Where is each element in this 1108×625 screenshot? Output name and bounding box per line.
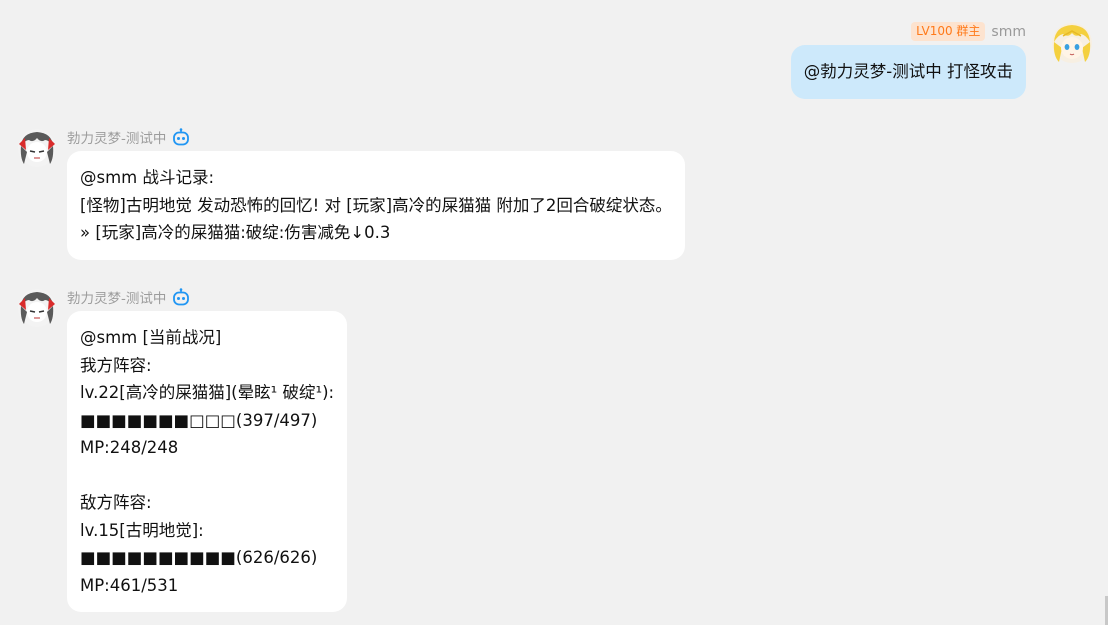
incoming-bubble[interactable]: @smm 战斗记录: [怪物]古明地觉 发动恐怖的回忆! 对 [玩家]高冷的屎猫…: [67, 151, 685, 260]
incoming-header: 勃力灵梦-测试中: [67, 127, 190, 147]
reimu-avatar-icon[interactable]: [17, 288, 57, 328]
message-line: @smm 战斗记录:: [80, 168, 215, 187]
message-line: 敌方阵容:: [80, 493, 152, 512]
message-line: MP:248/248: [80, 438, 179, 457]
message-line: 我方阵容:: [80, 355, 152, 375]
hp-bar-text: ■■■■■■■■■■(626/626): [80, 548, 318, 567]
reimu-avatar-icon[interactable]: [17, 128, 57, 168]
robot-icon: [172, 288, 190, 306]
message-line: [怪物]古明地觉 发动恐怖的回忆! 对 [玩家]高冷的屎猫猫 附加了2回合破绽状…: [80, 195, 672, 215]
outgoing-text: @勃力灵梦-测试中 打怪攻击: [803, 62, 1013, 81]
incoming-header: 勃力灵梦-测试中: [67, 287, 190, 307]
message-line: lv.22[高冷的屎猫猫](晕眩¹ 破绽¹):: [80, 383, 335, 402]
sender-name[interactable]: smm: [991, 24, 1026, 40]
incoming-message: 勃力灵梦-测试中 @smm 战斗记录: [怪物]古明地觉 发动恐怖的回忆! 对 …: [17, 128, 817, 268]
incoming-message: 勃力灵梦-测试中 @smm [当前战况] 我方阵容: lv.22[高冷的屎猫猫]…: [17, 288, 517, 618]
blonde-anime-avatar-icon[interactable]: [1051, 22, 1093, 64]
message-line: » [玩家]高冷的屎猫猫:破绽:伤害减免↓0.3: [80, 223, 391, 242]
outgoing-message: LV100 群主 smm @勃力灵梦-测试中 打怪攻击: [93, 22, 1093, 102]
message-line: MP:461/531: [80, 575, 179, 595]
chat-window: LV100 群主 smm @勃力灵梦-测试中 打怪攻击 勃力灵梦-测试中 @sm…: [0, 0, 1108, 625]
message-line: @smm [当前战况]: [80, 328, 222, 347]
level-badge: LV100 群主: [911, 22, 986, 41]
bot-name[interactable]: 勃力灵梦-测试中: [67, 127, 166, 147]
message-line: lv.15[古明地觉]:: [80, 520, 204, 540]
hp-bar-text: ■■■■■■■□□□(397/497): [80, 410, 318, 430]
outgoing-bubble[interactable]: @勃力灵梦-测试中 打怪攻击: [790, 45, 1026, 99]
bot-name[interactable]: 勃力灵梦-测试中: [67, 287, 166, 307]
incoming-bubble[interactable]: @smm [当前战况] 我方阵容: lv.22[高冷的屎猫猫](晕眩¹ 破绽¹)…: [67, 311, 348, 612]
robot-icon: [172, 128, 190, 146]
outgoing-header: LV100 群主 smm: [911, 22, 1026, 41]
